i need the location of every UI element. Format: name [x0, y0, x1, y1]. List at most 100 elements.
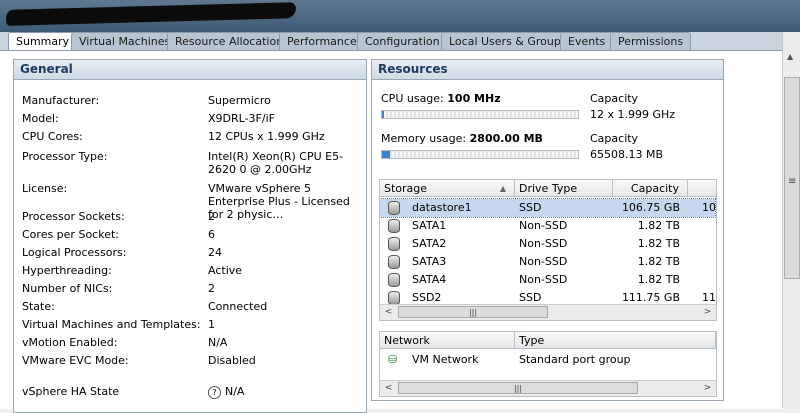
extra-column-header[interactable]	[688, 180, 716, 197]
row-value: 6	[208, 228, 215, 241]
storage-column-header[interactable]: Storage ▲	[380, 180, 515, 197]
resources-title: Resources	[372, 60, 723, 80]
row-value: 1	[208, 318, 215, 331]
row-value: Disabled	[208, 354, 256, 367]
disk-icon	[388, 217, 400, 235]
disk-icon	[388, 199, 400, 217]
storage-name: SATA3	[412, 255, 447, 268]
cpu-capacity-value: 12 x 1.999 GHz	[590, 108, 676, 121]
cpu-usage-text: CPU usage: 100 MHz	[381, 92, 501, 105]
row-label: Processor Sockets:	[22, 210, 125, 223]
tab-resource-allocation[interactable]: Resource Allocation	[167, 32, 292, 50]
drive-type-column-header[interactable]: Drive Type	[515, 180, 613, 197]
capacity-value: 106.75 GB	[621, 201, 680, 214]
table-row[interactable]: SATA3 Non-SSD 1.82 TB	[380, 253, 715, 271]
table-row[interactable]: SATA2 Non-SSD 1.82 TB	[380, 235, 715, 253]
network-table: Network Type ⛁ VM Network Standard port …	[379, 331, 717, 397]
row-label: Number of NICs:	[22, 282, 113, 295]
row-value: ? N/A	[208, 385, 358, 399]
row-label: Model:	[22, 112, 59, 125]
row-label: vSphere HA State	[22, 385, 120, 398]
table-row[interactable]: datastore1 SSD 106.75 GB 105	[380, 198, 716, 218]
row-value: Supermicro	[208, 94, 271, 107]
scroll-thumb[interactable]: |||	[398, 382, 638, 394]
grip-icon: ≡	[788, 176, 797, 187]
row-value: 2	[208, 210, 215, 223]
tab-configuration[interactable]: Configuration	[357, 32, 448, 50]
network-icon: ⛁	[388, 353, 398, 366]
row-label: Manufacturer:	[22, 94, 100, 107]
network-type: Standard port group	[519, 353, 631, 366]
memory-capacity-value: 65508.13 MB	[590, 148, 664, 161]
tab-virtual-machines[interactable]: Virtual Machines	[71, 32, 179, 50]
row-label: Virtual Machines and Templates:	[22, 318, 201, 331]
drive-type: Non-SSD	[519, 219, 568, 232]
cpu-usage-label: CPU usage:	[381, 92, 444, 105]
memory-usage-fill	[382, 151, 391, 158]
storage-name: SATA2	[412, 237, 447, 250]
tab-summary[interactable]: Summary	[8, 32, 78, 51]
scroll-left-icon[interactable]: <	[382, 382, 395, 394]
summary-content: General Manufacturer: Supermicro Model: X9…	[0, 50, 782, 413]
redacted-title	[5, 2, 297, 26]
scroll-left-icon[interactable]: <	[382, 306, 395, 318]
network-column-header[interactable]: Network	[380, 332, 515, 349]
row-value: Connected	[208, 300, 268, 313]
memory-usage-bar	[381, 150, 579, 159]
cpu-usage-fill	[382, 111, 384, 118]
tab-bar: Summary Virtual Machines Resource Alloca…	[0, 32, 782, 51]
table-row[interactable]: ⛁ VM Network Standard port group	[380, 351, 715, 369]
capacity-value: 1.82 TB	[637, 219, 680, 232]
row-label: Hyperthreading:	[22, 264, 112, 277]
memory-usage-value: 2800.00 MB	[469, 132, 543, 145]
row-label: Logical Processors:	[22, 246, 127, 259]
help-icon[interactable]: ?	[208, 386, 221, 399]
row-label: Processor Type:	[22, 150, 108, 163]
sort-arrow-icon: ▲	[499, 184, 506, 193]
row-value: Active	[208, 264, 243, 277]
drive-type: SSD	[519, 201, 542, 214]
row-value: 12 CPUs x 1.999 GHz	[208, 130, 325, 143]
capacity-value: 1.82 TB	[637, 237, 680, 250]
row-value: 24	[208, 246, 222, 259]
row-label: VMware EVC Mode:	[22, 354, 129, 367]
row-label: State:	[22, 300, 55, 313]
scroll-thumb[interactable]: |||	[398, 306, 548, 318]
tab-local-users-groups[interactable]: Local Users & Groups	[441, 32, 575, 50]
type-column-header[interactable]: Type	[515, 332, 716, 349]
tab-events[interactable]: Events	[560, 32, 614, 50]
scroll-right-icon[interactable]: >	[701, 382, 714, 394]
storage-name: SATA1	[412, 219, 447, 232]
row-value: Intel(R) Xeon(R) CPU E5-2620 0 @ 2.00GHz	[208, 150, 344, 176]
table-row[interactable]: SATA1 Non-SSD 1.82 TB	[380, 217, 715, 235]
tab-permissions[interactable]: Permissions	[610, 32, 692, 50]
general-title: General	[14, 60, 366, 80]
drive-type: Non-SSD	[519, 273, 568, 286]
row-label: CPU Cores:	[22, 130, 83, 143]
row-value: N/A	[208, 336, 228, 349]
cpu-capacity-label: Capacity	[590, 92, 639, 105]
vertical-scrollbar[interactable]: ▲ ≡	[782, 32, 800, 408]
memory-usage-text: Memory usage: 2800.00 MB	[381, 132, 543, 145]
disk-icon	[388, 253, 400, 271]
storage-table: Storage ▲ Drive Type Capacity datastore1 …	[379, 179, 717, 321]
network-horizontal-scrollbar[interactable]: < ||| >	[380, 380, 716, 396]
row-label: License:	[22, 182, 68, 195]
resources-panel: Resources CPU usage: 100 MHz Capacity 12…	[371, 59, 724, 401]
scroll-right-icon[interactable]: >	[701, 306, 714, 318]
disk-icon	[388, 271, 400, 289]
table-row[interactable]: SATA4 Non-SSD 1.82 TB	[380, 271, 715, 289]
memory-usage-label: Memory usage:	[381, 132, 467, 145]
drive-type: Non-SSD	[519, 237, 568, 250]
cpu-usage-bar	[381, 110, 579, 119]
capacity-value: 1.82 TB	[637, 273, 680, 286]
storage-horizontal-scrollbar[interactable]: < ||| >	[380, 304, 716, 320]
capacity-column-header[interactable]: Capacity	[613, 180, 688, 197]
scroll-up-icon[interactable]: ▲	[787, 52, 793, 61]
general-panel: General Manufacturer: Supermicro Model: X9…	[13, 59, 367, 413]
scroll-thumb[interactable]: ≡	[784, 77, 800, 279]
row-label: Cores per Socket:	[22, 228, 119, 241]
extra-value: 105	[702, 201, 716, 214]
disk-icon	[388, 235, 400, 253]
tab-performance[interactable]: Performance	[279, 32, 365, 50]
